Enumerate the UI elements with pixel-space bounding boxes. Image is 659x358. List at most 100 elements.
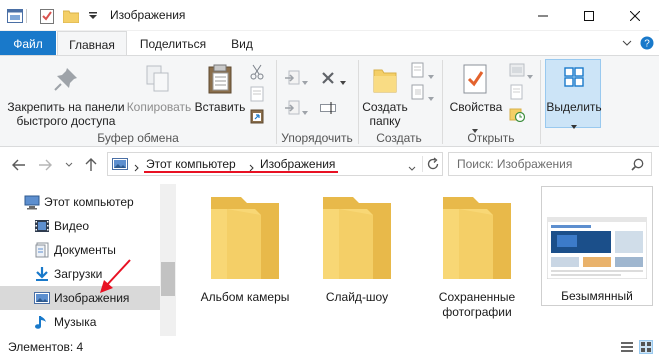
ribbon-tabs: Файл Главная Поделиться Вид ? <box>0 31 659 57</box>
customize-dropdown-icon[interactable] <box>84 7 102 25</box>
video-icon <box>34 218 50 234</box>
paste-clipboard-icon <box>206 63 234 98</box>
select-button[interactable]: Выделить <box>545 59 602 129</box>
open-icon[interactable] <box>509 62 525 78</box>
help-icon[interactable]: ? <box>640 36 654 50</box>
new-folder-button[interactable]: Создать папку <box>358 100 412 128</box>
documents-icon <box>34 242 50 258</box>
history-icon[interactable] <box>509 106 525 122</box>
copy-button[interactable]: Копировать <box>126 100 192 114</box>
tab-home[interactable]: Главная <box>57 31 127 57</box>
copy-to-icon[interactable] <box>284 100 300 116</box>
nav-item-documents[interactable]: Документы <box>0 238 160 262</box>
open-dropdown-icon[interactable] <box>527 68 533 79</box>
search-box[interactable]: Поиск: Изображения <box>448 152 652 176</box>
paste-shortcut-icon[interactable] <box>249 108 265 124</box>
search-icon[interactable] <box>631 158 644 174</box>
folder-item[interactable]: Сохраненные фотографии <box>422 186 532 336</box>
folder-item[interactable]: Слайд-шоу <box>302 186 412 336</box>
nav-item-pictures[interactable]: Изображения <box>0 286 160 310</box>
easy-access-dropdown-icon[interactable] <box>428 90 434 101</box>
annotation-underline <box>144 171 338 173</box>
minimize-icon[interactable] <box>520 0 566 31</box>
nav-item-label: Этот компьютер <box>44 195 134 209</box>
properties-icon <box>462 63 488 98</box>
up-arrow-icon[interactable] <box>82 156 100 174</box>
delete-icon[interactable] <box>320 70 336 86</box>
folder-label: Сохраненные фотографии <box>438 290 516 319</box>
ribbon: Закрепить на панели быстрого доступа Коп… <box>0 55 659 147</box>
delete-dropdown-icon[interactable] <box>340 74 346 85</box>
music-icon <box>34 314 50 330</box>
paste-button[interactable]: Вставить <box>192 100 248 114</box>
easy-access-icon[interactable] <box>410 84 426 100</box>
nav-item-label: Видео <box>54 219 90 233</box>
pictures-icon <box>34 290 50 306</box>
breadcrumb-separator-icon <box>134 161 140 175</box>
folder-item[interactable]: Альбом камеры <box>190 186 300 336</box>
title-separator <box>26 9 27 23</box>
copy-to-dropdown-icon[interactable] <box>302 104 308 115</box>
folder-icon <box>317 191 397 286</box>
pin-label-line2: быстрого доступа <box>16 114 116 128</box>
new-folder-label-line1: Создать <box>362 100 408 114</box>
nav-item-downloads[interactable]: Загрузки <box>0 262 160 286</box>
chevron-down-icon[interactable] <box>620 36 634 50</box>
new-folder-icon[interactable] <box>62 7 80 25</box>
properties-dropdown-icon[interactable] <box>472 122 478 133</box>
pin-icon <box>53 66 79 95</box>
window-title: Изображения <box>110 8 186 22</box>
cut-icon[interactable] <box>249 64 265 80</box>
edit-icon[interactable] <box>509 84 525 100</box>
properties-button[interactable]: Свойства <box>446 100 506 114</box>
refresh-icon[interactable] <box>426 157 440 174</box>
rename-icon[interactable] <box>320 100 336 116</box>
breadcrumb-this-pc[interactable]: Этот компьютер <box>146 157 236 171</box>
status-bar: Элементов: 4 <box>0 336 659 358</box>
nav-item-music[interactable]: Музыка <box>0 310 160 334</box>
image-item[interactable]: Безымянный <box>541 186 653 306</box>
pin-quick-access-button[interactable]: Закрепить на панели быстрого доступа <box>6 100 126 128</box>
nav-item-this-pc[interactable]: Этот компьютер <box>0 190 160 214</box>
explorer-icon[interactable] <box>6 7 24 25</box>
close-icon[interactable] <box>612 0 658 31</box>
items-count: Элементов: 4 <box>8 340 84 354</box>
select-dropdown-icon <box>571 118 577 129</box>
details-view-icon[interactable] <box>620 340 634 354</box>
new-folder-large-icon <box>372 64 398 97</box>
select-grid-icon <box>564 67 584 90</box>
forward-arrow-icon[interactable] <box>36 156 54 174</box>
folder-label: Слайд-шоу <box>325 290 389 304</box>
nav-item-label: Музыка <box>54 315 97 329</box>
group-new-label: Создать <box>376 131 422 145</box>
copy-icon <box>145 64 171 97</box>
recent-locations-chevron-icon[interactable] <box>60 156 78 174</box>
nav-scrollbar-thumb[interactable] <box>161 262 175 296</box>
move-to-icon[interactable] <box>284 70 300 86</box>
folder-icon <box>205 191 285 286</box>
group-clipboard-label: Буфер обмена <box>97 131 179 145</box>
nav-item-video[interactable]: Видео <box>0 214 160 238</box>
new-folder-label-line2: папку <box>369 114 401 128</box>
properties-checklist-icon[interactable] <box>38 7 56 25</box>
address-dropdown-icon[interactable] <box>408 161 416 175</box>
tab-view[interactable]: Вид <box>220 31 264 56</box>
breadcrumb-pictures[interactable]: Изображения <box>260 157 335 171</box>
new-item-dropdown-icon[interactable] <box>428 68 434 79</box>
copy-path-icon[interactable] <box>249 86 265 102</box>
folder-label: Альбом камеры <box>200 290 290 304</box>
search-input[interactable]: Поиск: Изображения <box>457 157 572 171</box>
move-to-dropdown-icon[interactable] <box>302 74 308 85</box>
new-item-icon[interactable] <box>410 62 426 78</box>
large-icons-view-icon[interactable] <box>639 340 653 354</box>
tab-share[interactable]: Поделиться <box>132 31 214 56</box>
computer-icon <box>24 194 40 210</box>
folder-icon <box>437 191 517 286</box>
nav-scrollbar[interactable] <box>160 184 176 336</box>
tab-file[interactable]: Файл <box>0 31 56 56</box>
group-organize-label: Упорядочить <box>281 131 353 145</box>
maximize-icon[interactable] <box>566 0 612 31</box>
ribbon-separator <box>540 60 541 144</box>
title-bar: Изображения <box>0 0 659 31</box>
back-arrow-icon[interactable] <box>10 156 28 174</box>
